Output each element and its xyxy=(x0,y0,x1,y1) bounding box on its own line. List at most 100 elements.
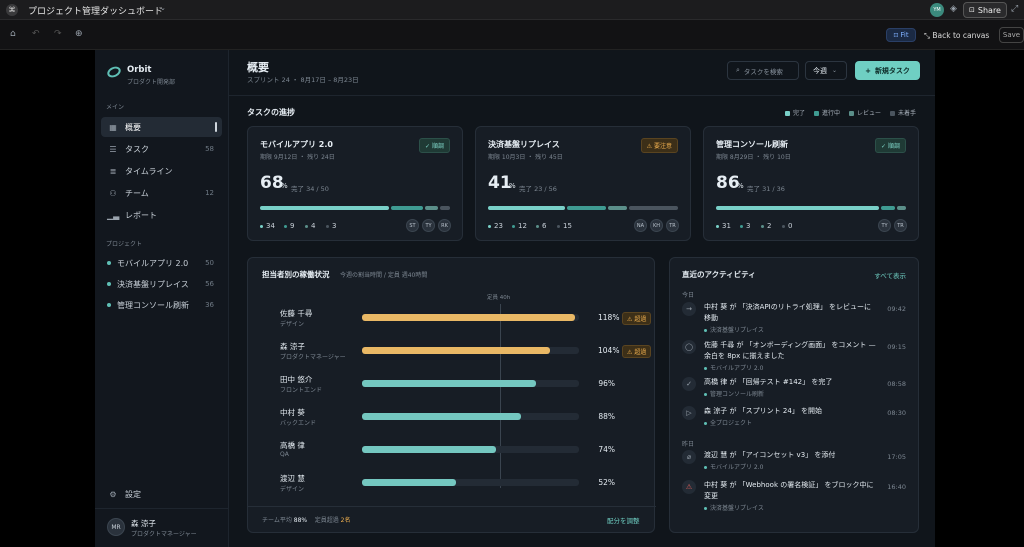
activity-time: 09:42 xyxy=(887,305,906,313)
back-to-canvas-link[interactable]: ⤡ Back to canvas xyxy=(924,31,989,41)
share-button[interactable]: ⊡ Share xyxy=(963,2,1007,18)
sidebar-item-team[interactable]: ⚇ チーム 12 xyxy=(101,183,222,203)
shield-icon[interactable]: ◈ xyxy=(950,5,957,14)
project-dot xyxy=(704,422,707,425)
overload-badge: ⚠ 超過 xyxy=(622,345,652,358)
new-task-button[interactable]: + 新規タスク xyxy=(855,61,920,80)
canvas-toolbar: ⌂ ↶ ↷ ⊕ ⊡ Fit ⤡ Back to canvas Save xyxy=(0,20,1024,50)
user-avatar[interactable]: YM xyxy=(930,3,944,17)
project-meta: 期限 8月29日 ・ 残り 10日 xyxy=(716,154,791,161)
count-dot xyxy=(716,225,719,228)
warning-icon: ⚠ xyxy=(627,349,633,356)
activity-text: 渡辺 慧 が 「アイコンセット v3」 を添付 xyxy=(704,451,836,459)
activity-text: 森 涼子 が 「スプリント 24」 を開始 xyxy=(704,407,823,415)
sidebar-item-label: 概要 xyxy=(125,122,141,132)
project-card[interactable]: モバイルアプリ 2.0 ✓ 順調 期限 9月12日 ・ 残り 24日 68% 完了 34… xyxy=(247,126,463,241)
avg-label: チーム平均 xyxy=(262,517,292,524)
save-button[interactable]: Save xyxy=(999,27,1024,43)
app-logo-icon[interactable]: ⌘ xyxy=(6,4,18,16)
users-icon: ⚇ xyxy=(109,188,117,198)
active-indicator xyxy=(215,122,217,132)
project-card[interactable]: 管理コンソール刷新 ✓ 順調 期限 8月29日 ・ 残り 10日 86% 完了 31 /… xyxy=(703,126,919,241)
overload-label: 超過 xyxy=(634,316,647,323)
expand-icon[interactable]: ⤢ xyxy=(1011,5,1018,14)
sidebar-project-console[interactable]: 管理コンソール刷新 36 xyxy=(101,295,222,315)
workload-bar xyxy=(362,479,457,486)
status-badge: ✓ 順調 xyxy=(419,138,450,153)
done-count: 完了 34 / 50 xyxy=(291,185,329,193)
count-item: 23 xyxy=(488,222,503,230)
activity-time: 17:05 xyxy=(887,453,906,461)
arrow-right-icon: → xyxy=(682,302,696,316)
percent-unit: % xyxy=(509,182,516,190)
over-value: 2名 xyxy=(340,517,351,524)
sidebar-project-payment[interactable]: 決済基盤リプレイス 56 xyxy=(101,274,222,294)
activity-project: 決済基盤リプレイス xyxy=(704,325,764,334)
member-role: QA xyxy=(280,451,289,458)
member-name: 森 涼子 xyxy=(280,342,305,351)
progress-segment xyxy=(488,206,565,210)
member-name: 中村 葵 xyxy=(280,408,305,417)
workload-percent: 74% xyxy=(598,445,615,454)
home-icon[interactable]: ⌂ xyxy=(10,30,16,39)
count-value: 9 xyxy=(290,222,295,230)
warning-icon: ⚠ xyxy=(646,143,653,150)
adjust-allocation-link[interactable]: 配分を調整 xyxy=(607,515,640,525)
activity-time: 08:30 xyxy=(887,409,906,417)
avatar: TY xyxy=(878,219,891,232)
sidebar-item-reports[interactable]: ▁▃ レポート xyxy=(101,205,222,225)
percent-unit: % xyxy=(281,182,288,190)
search-box[interactable]: ⌕ タスクを検索 xyxy=(727,61,799,80)
activity-project-label: モバイルアプリ 2.0 xyxy=(710,464,764,471)
count-item: 3 xyxy=(740,222,750,230)
count-dot xyxy=(557,225,560,228)
user-profile[interactable]: MR 森 涼子 プロダクトマネージャー xyxy=(105,516,221,540)
brand-subtitle: プロダクト開発部 xyxy=(127,79,176,86)
progress-segment xyxy=(390,206,424,210)
orbit-logo-icon xyxy=(105,64,123,80)
zoom-icon[interactable]: ⊕ xyxy=(75,30,83,39)
sidebar-item-overview[interactable]: ▦ 概要 xyxy=(101,117,222,137)
undo-icon[interactable]: ↶ xyxy=(32,30,40,39)
legend-label: レビュー xyxy=(857,110,882,117)
sidebar-item-timeline[interactable]: ≣ タイムライン xyxy=(101,161,222,181)
count-value: 0 xyxy=(788,222,793,230)
chevron-down-icon[interactable]: ⌄ xyxy=(160,5,166,12)
sidebar-item-label: 設定 xyxy=(125,489,141,499)
back-label: Back to canvas xyxy=(932,31,990,40)
sidebar-item-label: タスク xyxy=(125,144,149,154)
redo-icon[interactable]: ↷ xyxy=(54,30,62,39)
activity-text: 佐藤 千尋 が 「オンボーディング画面」 をコメント — 余白を 8px に揃え… xyxy=(704,341,876,360)
page-subtitle: スプリント 24 ・ 8月17日 – 8月23日 xyxy=(247,76,359,84)
legend-in-progress: 進行中 xyxy=(814,108,840,117)
fit-button[interactable]: ⊡ Fit xyxy=(886,28,916,42)
search-input[interactable]: タスクを検索 xyxy=(744,66,783,76)
count-dot xyxy=(326,225,329,228)
count-item: 0 xyxy=(782,222,792,230)
workload-percent: 96% xyxy=(598,379,615,388)
warning-icon: ⚠ xyxy=(627,316,633,323)
overload-badge: ⚠ 超過 xyxy=(622,312,652,325)
count-value: 6 xyxy=(542,222,547,230)
sidebar-item-count: 56 xyxy=(205,280,214,288)
show-all-link[interactable]: すべて表示 xyxy=(874,270,906,280)
member-role: プロダクトマネージャー xyxy=(280,354,346,361)
activity-time: 09:15 xyxy=(887,343,906,351)
project-card[interactable]: 決済基盤リプレイス ⚠ 要注意 期限 10月3日 ・ 残り 45日 41% 完了 23 … xyxy=(475,126,691,241)
sidebar-item-tasks[interactable]: ☰ タスク 58 xyxy=(101,139,222,159)
window-title[interactable]: プロジェクト管理ダッシュボード xyxy=(28,4,163,17)
activity-project: 全プロジェクト xyxy=(704,418,752,427)
workload-percent: 104% xyxy=(598,346,620,355)
workload-track xyxy=(362,347,579,354)
badge-label: 要注意 xyxy=(653,143,672,150)
sidebar-project-mobile[interactable]: モバイルアプリ 2.0 50 xyxy=(101,253,222,273)
period-select[interactable]: 今週 ⌄ xyxy=(805,61,847,80)
progress-segment xyxy=(566,206,606,210)
sidebar-item-settings[interactable]: ⚙ 設定 xyxy=(101,484,222,504)
activity-time: 08:58 xyxy=(887,380,906,388)
done-count: 完了 31 / 36 xyxy=(747,185,785,193)
member-role: バックエンド xyxy=(280,420,317,427)
sidebar-item-label: 管理コンソール刷新 xyxy=(117,300,189,310)
workload-bar xyxy=(362,413,522,420)
legend-label: 未着手 xyxy=(898,110,917,117)
